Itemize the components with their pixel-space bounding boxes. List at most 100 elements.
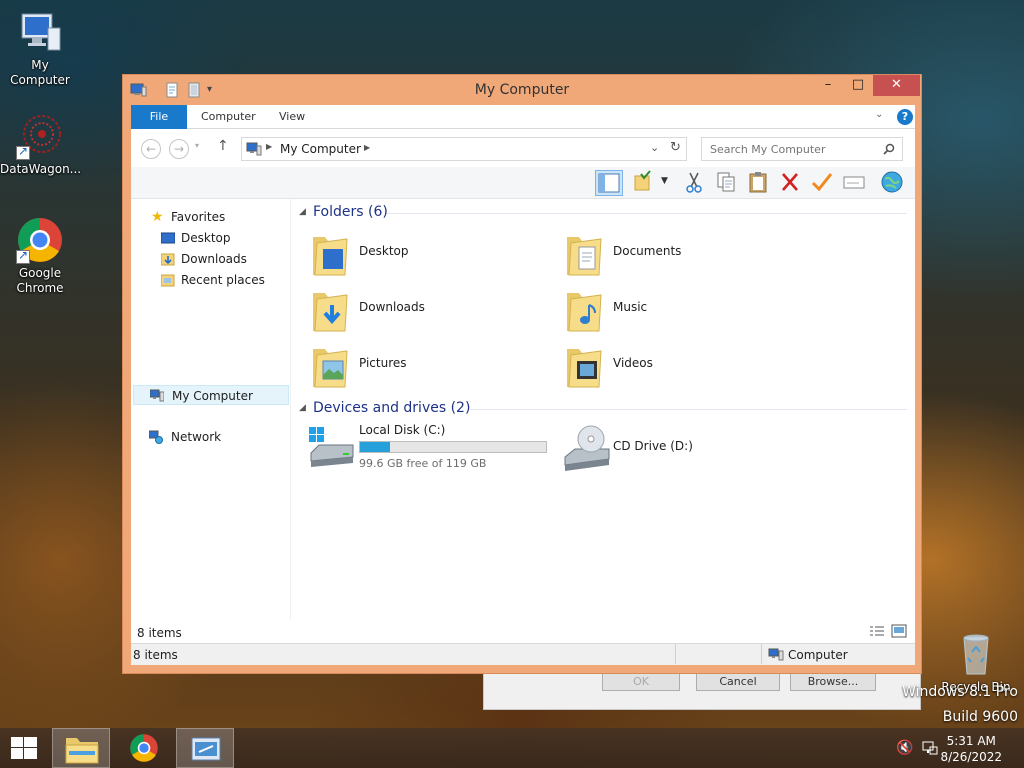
folder-pictures[interactable]: Pictures: [299, 341, 539, 393]
maximize-button[interactable]: □: [843, 75, 873, 96]
delete-button[interactable]: [777, 170, 805, 196]
start-button[interactable]: [0, 728, 48, 768]
title-bar[interactable]: ▾ My Computer – □ ✕: [123, 75, 921, 105]
drive-d[interactable]: CD Drive (D:): [553, 421, 793, 473]
folder-label: Downloads: [359, 300, 425, 314]
group-divider: [469, 409, 907, 410]
desktop-icon-label: DataWagon...: [0, 162, 82, 176]
recent-locations-icon[interactable]: ▾: [195, 141, 199, 150]
properties-button[interactable]: [841, 170, 869, 196]
content-area: ★ Favorites Desktop Downloads Recent pla…: [131, 199, 915, 619]
folder-music[interactable]: Music: [553, 285, 793, 337]
shortcut-arrow-icon: [16, 144, 30, 160]
nav-item-network[interactable]: Network: [131, 427, 287, 447]
group-header-label: Folders (6): [313, 204, 388, 220]
dialog-browse-button[interactable]: Browse...: [790, 673, 876, 691]
copy-button[interactable]: [713, 170, 741, 196]
tab-view[interactable]: View: [267, 105, 317, 129]
drive-c[interactable]: Local Disk (C:) 99.6 GB free of 119 GB: [299, 421, 549, 473]
organize-button[interactable]: [631, 170, 659, 196]
taskbar-chrome[interactable]: [116, 728, 172, 768]
nav-item-downloads[interactable]: Downloads: [131, 249, 287, 269]
nav-item-label: My Computer: [172, 389, 253, 403]
group-header-devices[interactable]: ◢ Devices and drives (2): [299, 399, 907, 421]
search-input[interactable]: [701, 137, 903, 161]
taskbar-run-dialog[interactable]: [176, 728, 234, 768]
folder-label: Videos: [613, 356, 653, 370]
tab-file[interactable]: File: [131, 105, 187, 129]
status-divider: [675, 644, 676, 664]
desktop-icon: [161, 232, 175, 244]
folder-label: Desktop: [359, 244, 409, 258]
address-dropdown-icon[interactable]: ⌄: [650, 141, 659, 154]
breadcrumb-separator-icon[interactable]: ▶: [364, 143, 370, 152]
nav-item-label: Downloads: [181, 252, 247, 266]
nav-item-favorites[interactable]: ★ Favorites: [131, 207, 287, 227]
shortcut-arrow-icon: [16, 248, 30, 264]
globe-button[interactable]: [879, 170, 907, 196]
clock-time: 5:31 AM: [946, 734, 996, 748]
computer-icon: [768, 648, 784, 661]
minimize-button[interactable]: –: [813, 75, 843, 96]
items-count-row: 8 items: [131, 619, 915, 643]
taskbar-clock[interactable]: 5:31 AM 8/26/2022: [940, 733, 1002, 765]
volume-muted-icon[interactable]: 🔇: [896, 740, 913, 756]
up-button[interactable]: ↑: [217, 138, 229, 154]
cut-button[interactable]: [681, 170, 709, 196]
file-explorer-icon: [65, 738, 99, 764]
music-folder-icon: [567, 293, 602, 332]
desktop-icon-datawagon[interactable]: DataWagon...: [0, 112, 82, 177]
checkmark-icon: [811, 173, 833, 192]
globe-icon: [881, 171, 903, 193]
folder-downloads[interactable]: Downloads: [299, 285, 539, 337]
nav-item-desktop[interactable]: Desktop: [131, 228, 287, 248]
large-icons-view-icon[interactable]: [891, 624, 907, 638]
back-button[interactable]: ←: [141, 139, 161, 159]
preview-pane-button[interactable]: [595, 170, 623, 196]
expand-ribbon-icon[interactable]: ⌄: [875, 109, 883, 120]
nav-item-my-computer[interactable]: My Computer: [133, 385, 289, 405]
windows-logo-icon: [11, 737, 37, 759]
address-bar[interactable]: ▶ My Computer ▶ ⌄ ↻: [241, 137, 687, 161]
organize-dropdown-icon[interactable]: ▼: [661, 176, 668, 186]
help-icon[interactable]: ?: [897, 109, 913, 125]
organize-folder-icon: [634, 170, 651, 191]
group-header-folders[interactable]: ◢ Folders (6): [299, 203, 907, 225]
address-path[interactable]: My Computer: [280, 142, 361, 156]
dialog-ok-button[interactable]: OK: [602, 673, 680, 691]
close-button[interactable]: ✕: [873, 75, 920, 96]
forward-button[interactable]: →: [169, 139, 189, 159]
desktop-icon-label: My Computer: [10, 58, 70, 87]
folder-videos[interactable]: Videos: [553, 341, 793, 393]
details-view-icon[interactable]: [869, 625, 885, 637]
collapse-arrow-icon[interactable]: ◢: [299, 207, 306, 217]
search-icon[interactable]: [883, 143, 895, 155]
desktop-icon-google-chrome[interactable]: Google Chrome: [0, 216, 80, 296]
collapse-arrow-icon[interactable]: ◢: [299, 403, 306, 413]
status-bar: 8 items Computer: [131, 643, 915, 665]
rename-button[interactable]: [809, 170, 837, 196]
desktop-icon-my-computer[interactable]: My Computer: [0, 8, 80, 88]
cd-drive-icon: [564, 425, 610, 471]
address-row: ← → ▾ ↑ ▶ My Computer ▶ ⌄ ↻: [131, 129, 915, 167]
status-item-count: 8 items: [133, 648, 178, 662]
window-title: My Computer: [474, 82, 570, 98]
tab-computer[interactable]: Computer: [189, 105, 268, 129]
drive-free-space: 99.6 GB free of 119 GB: [359, 457, 487, 470]
layout-pane-icon: [598, 173, 620, 193]
toolbar: ▼: [131, 167, 915, 199]
folder-documents[interactable]: Documents: [553, 229, 793, 281]
navigation-pane: ★ Favorites Desktop Downloads Recent pla…: [131, 199, 291, 619]
folder-desktop[interactable]: Desktop: [299, 229, 539, 281]
refresh-icon[interactable]: ↻: [670, 140, 681, 155]
network-status-icon[interactable]: [922, 740, 938, 756]
pictures-folder-icon: [313, 349, 348, 388]
nav-item-recent-places[interactable]: Recent places: [131, 270, 287, 290]
folder-label: Music: [613, 300, 648, 314]
taskbar-file-explorer[interactable]: [52, 728, 110, 768]
breadcrumb-separator-icon[interactable]: ▶: [266, 142, 272, 151]
dialog-cancel-button[interactable]: Cancel: [696, 673, 780, 691]
drive-label: Local Disk (C:): [359, 423, 446, 437]
clock-date: 8/26/2022: [940, 750, 1002, 764]
paste-button[interactable]: [745, 170, 773, 196]
